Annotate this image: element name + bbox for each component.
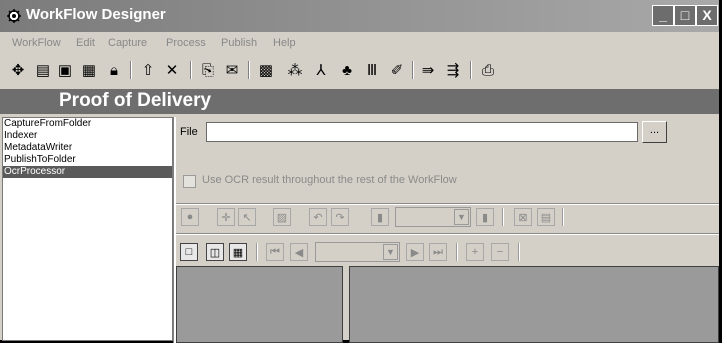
workflow-banner: Proof of Delivery [0, 89, 719, 114]
barcode-icon[interactable]: Ⅲ [362, 60, 382, 80]
window-title: WorkFlow Designer [26, 6, 166, 23]
step-list: CaptureFromFolder Indexer MetadataWriter… [2, 117, 173, 341]
first-page-icon[interactable]: ⏮ [266, 243, 284, 261]
toolbar-separator [518, 243, 520, 261]
actual-size-icon[interactable]: ▤ [537, 208, 555, 226]
next-page-icon[interactable]: ▶ [406, 243, 424, 261]
use-ocr-checkbox[interactable] [183, 175, 196, 188]
previous-page-icon[interactable]: ◀ [290, 243, 308, 261]
open-icon[interactable]: ▤ [33, 60, 53, 80]
remove-page-icon[interactable]: − [491, 243, 509, 261]
save-as-icon[interactable]: ▦ [79, 60, 99, 80]
chevron-down-icon: ▼ [383, 244, 398, 260]
toolbar-separator [562, 208, 564, 226]
toolbar-separator [256, 243, 258, 261]
image-viewer-pane[interactable] [349, 266, 719, 343]
step-indexer[interactable]: Indexer [3, 130, 172, 142]
step-metadata-writer[interactable]: MetadataWriter [3, 142, 172, 154]
publish-folder-icon[interactable]: ⇶ [443, 60, 463, 80]
rotate-icon[interactable]: ● [181, 208, 199, 226]
divider [176, 203, 719, 205]
scan-icon[interactable]: ▩ [256, 60, 276, 80]
add-page-icon[interactable]: + [466, 243, 484, 261]
up-arrow-icon[interactable]: ⇧ [138, 60, 158, 80]
app-gear-icon [7, 9, 21, 23]
step-publish-to-folder[interactable]: PublishToFolder [3, 154, 172, 166]
title-bar: WorkFlow Designer _ □ X [0, 0, 719, 32]
toolbar-separator [456, 243, 458, 261]
toolbar-separator [412, 61, 414, 79]
menu-help[interactable]: Help [273, 37, 296, 49]
use-ocr-label: Use OCR result throughout the rest of th… [202, 174, 457, 186]
select-icon[interactable]: ↖ [238, 208, 256, 226]
step-capture-from-folder[interactable]: CaptureFromFolder [3, 118, 172, 130]
thumbnail-view-icon[interactable]: ▦ [229, 243, 247, 261]
toolbar-separator [502, 208, 504, 226]
minimize-button[interactable]: _ [652, 5, 674, 26]
app-window: WorkFlow Designer _ □ X WorkFlow Edit Ca… [0, 0, 722, 343]
new-workflow-icon[interactable]: ✥ [8, 60, 28, 80]
thumbnail-pane[interactable] [176, 266, 343, 343]
preview-icon[interactable]: ⎙ [478, 60, 498, 80]
email-icon[interactable]: ✉ [222, 60, 242, 80]
menu-publish[interactable]: Publish [221, 37, 257, 49]
menu-bar: WorkFlow Edit Capture Process Publish He… [0, 35, 719, 53]
toolbar-separator [130, 61, 132, 79]
menu-process[interactable]: Process [166, 37, 206, 49]
toolbar-separator [190, 61, 192, 79]
delete-icon[interactable]: ✕ [162, 60, 182, 80]
pan-icon[interactable]: ✛ [217, 208, 235, 226]
maximize-button[interactable]: □ [674, 5, 696, 26]
main-toolbar: ✥ ▤ ▣ ▦ 🔒︎ ⇧ ✕ ⎘ ✉ ▩ ⁂ ⅄ ♣ Ⅲ ✐ ⇛ ⇶ ⎙ [0, 57, 719, 83]
save-icon[interactable]: ▣ [55, 60, 75, 80]
capture-icon[interactable]: ⎘ [198, 60, 218, 80]
divider [176, 233, 719, 235]
meta-icon[interactable]: ♣ [337, 60, 357, 80]
file-label: File [180, 126, 198, 138]
toolbar-separator [470, 61, 472, 79]
fit-icon[interactable]: ⊠ [514, 208, 532, 226]
rotate-right-icon[interactable]: ↷ [331, 208, 349, 226]
lock-icon[interactable]: 🔒︎ [104, 60, 124, 80]
crop-icon[interactable]: ▨ [273, 208, 291, 226]
zoom-dropdown[interactable]: ▼ [395, 207, 471, 227]
menu-capture[interactable]: Capture [108, 37, 147, 49]
stamp-icon[interactable]: ✐ [387, 60, 407, 80]
rotate-left-icon[interactable]: ↶ [309, 208, 327, 226]
menu-edit[interactable]: Edit [76, 37, 95, 49]
close-button[interactable]: X [696, 5, 718, 26]
pdf-icon[interactable]: ⅄ [311, 60, 331, 80]
browse-button[interactable]: ... [642, 121, 667, 143]
single-view-icon[interactable]: □ [180, 243, 198, 261]
page-icon[interactable]: ▮ [371, 208, 389, 226]
page-icon-2[interactable]: ▮ [476, 208, 494, 226]
menu-workflow[interactable]: WorkFlow [12, 37, 61, 49]
split-view-icon[interactable]: ◫ [206, 243, 224, 261]
toolbar-separator [248, 61, 250, 79]
last-page-icon[interactable]: ⏭ [429, 243, 447, 261]
ocr-icon[interactable]: ⁂ [285, 60, 305, 80]
page-dropdown[interactable]: ▼ [315, 242, 400, 262]
workflow-title: Proof of Delivery [59, 90, 212, 111]
step-ocr-processor[interactable]: OcrProcessor [3, 166, 172, 178]
chevron-down-icon: ▼ [454, 209, 469, 225]
file-path-input[interactable] [206, 122, 638, 142]
publish-icon[interactable]: ⇛ [418, 60, 438, 80]
